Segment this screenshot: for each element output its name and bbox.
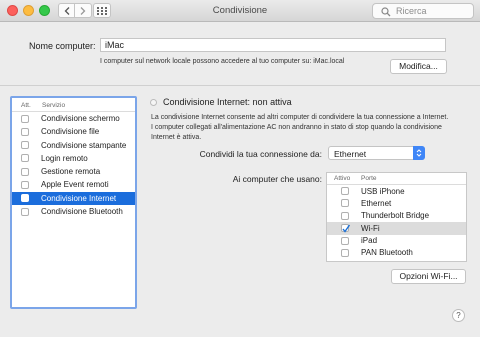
ports-table[interactable]: Attivo Porte USB iPhone Ethernet Thunder… (326, 172, 467, 262)
header-active: Attivo (334, 175, 351, 182)
service-checkbox[interactable] (21, 114, 29, 123)
service-list-header: Att. Servizio (12, 98, 135, 112)
service-row-file-sharing[interactable]: Condivisione file (12, 125, 135, 138)
service-label: Condivisione Bluetooth (41, 207, 123, 217)
ports-table-header: Attivo Porte (327, 173, 466, 185)
service-row-remote-apple-events[interactable]: Apple Event remoti (12, 178, 135, 191)
service-checkbox[interactable] (21, 207, 29, 216)
service-checkbox[interactable] (21, 194, 29, 203)
service-description: La condivisione Internet consente ad alt… (151, 114, 449, 141)
to-computers-label: Ai computer che usano: (232, 174, 322, 184)
port-row-ethernet[interactable]: Ethernet (327, 197, 466, 209)
service-checkbox[interactable] (21, 127, 29, 136)
header-ports: Porte (361, 175, 377, 182)
modify-button[interactable]: Modifica... (390, 59, 447, 74)
service-checkbox[interactable] (21, 167, 29, 176)
service-label: Gestione remota (41, 167, 101, 177)
port-row-ipad[interactable]: iPad (327, 235, 466, 247)
help-button[interactable]: ? (452, 309, 465, 322)
computer-name-input[interactable]: iMac (100, 38, 446, 52)
port-label: USB iPhone (361, 186, 405, 196)
search-field[interactable]: Ricerca (372, 3, 474, 19)
popup-arrows-icon (413, 146, 425, 160)
port-checkbox[interactable] (341, 187, 349, 195)
service-checkbox[interactable] (21, 141, 29, 150)
service-row-printer-sharing[interactable]: Condivisione stampante (12, 139, 135, 152)
port-checkbox[interactable] (341, 224, 350, 233)
search-placeholder: Ricerca (396, 6, 427, 16)
port-checkbox[interactable] (341, 199, 349, 208)
header-service: Servizio (42, 102, 66, 109)
service-row-bluetooth-sharing[interactable]: Condivisione Bluetooth (12, 205, 135, 218)
title-bar: Condivisione Ricerca (0, 0, 480, 22)
service-list[interactable]: Att. Servizio Condivisione schermo Condi… (10, 96, 137, 309)
share-from-value: Ethernet (334, 149, 367, 159)
service-label: Login remoto (41, 153, 88, 163)
service-label: Condivisione stampante (41, 140, 127, 150)
port-checkbox[interactable] (341, 248, 349, 257)
service-row-screen-sharing[interactable]: Condivisione schermo (12, 112, 135, 125)
computer-name-label: Nome computer: (29, 41, 96, 51)
port-checkbox[interactable] (341, 211, 349, 220)
service-label: Condivisione Internet (41, 193, 117, 203)
port-label: PAN Bluetooth (361, 248, 413, 258)
port-row-thunderbolt-bridge[interactable]: Thunderbolt Bridge (327, 210, 466, 222)
port-label: Wi-Fi (361, 223, 380, 233)
port-row-usb-iphone[interactable]: USB iPhone (327, 185, 466, 197)
service-label: Apple Event remoti (41, 180, 109, 190)
port-row-wifi[interactable]: Wi-Fi (327, 222, 466, 235)
service-status-title: Condivisione Internet: non attiva (163, 97, 292, 107)
checkmark-icon (342, 224, 350, 233)
share-from-select[interactable]: Ethernet (328, 146, 425, 160)
service-checkbox[interactable] (21, 154, 29, 163)
search-icon (381, 7, 391, 17)
computer-name-help: I computer sul network locale possono ac… (100, 58, 345, 65)
wifi-options-button[interactable]: Opzioni Wi-Fi... (391, 269, 466, 284)
header-att: Att. (21, 102, 31, 109)
service-label: Condivisione schermo (41, 114, 120, 123)
port-row-pan-bluetooth[interactable]: PAN Bluetooth (327, 247, 466, 259)
service-checkbox[interactable] (21, 180, 29, 189)
status-indicator (150, 99, 157, 106)
port-checkbox[interactable] (341, 236, 349, 245)
port-label: Ethernet (361, 198, 392, 208)
port-label: Thunderbolt Bridge (361, 211, 430, 221)
share-from-label: Condividi la tua connessione da: (199, 149, 322, 159)
service-label: Condivisione file (41, 127, 100, 137)
service-row-internet-sharing[interactable]: Condivisione Internet (12, 191, 135, 206)
separator (0, 85, 480, 86)
service-row-remote-login[interactable]: Login remoto (12, 152, 135, 165)
service-row-remote-management[interactable]: Gestione remota (12, 165, 135, 178)
port-label: iPad (361, 236, 378, 246)
